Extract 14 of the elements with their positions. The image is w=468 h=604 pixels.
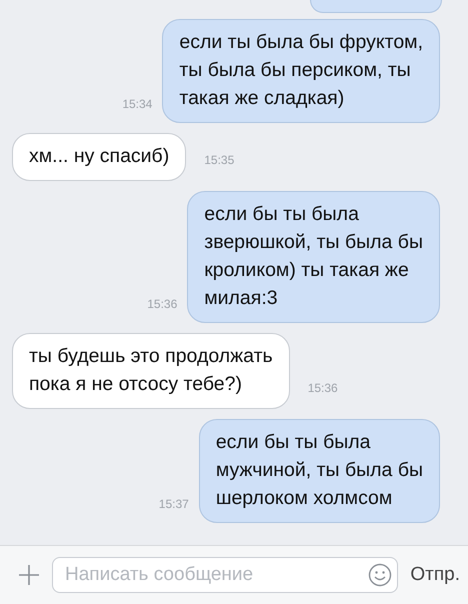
send-button[interactable]: Отпр.	[410, 564, 460, 586]
message-time: 15:34	[122, 97, 152, 111]
message-time: 15:37	[158, 497, 189, 511]
message-field[interactable]: Написать сообщение	[52, 557, 398, 593]
message-bubble: хм... ну спасиб)	[12, 133, 186, 181]
message-time: 15:36	[308, 381, 338, 395]
message-bubble: ты будешь это продолжать пока я не отсосу тебе?)	[12, 333, 290, 409]
message-bubble: если бы ты была мужчиной, ты была бы шерлоком холмсом	[198, 419, 440, 523]
message-time: 15:36	[147, 297, 178, 311]
message-bubble: если бы ты была зверюшкой, ты была бы кроликом) ты такая же милая:3	[187, 191, 440, 323]
emoji-icon[interactable]	[368, 563, 392, 587]
message-time: 15:35	[204, 153, 234, 167]
message-bubble: если ты была бы фруктом, ты была бы персиком, ты такая же сладкая)	[162, 19, 440, 123]
add-icon[interactable]	[18, 564, 40, 586]
